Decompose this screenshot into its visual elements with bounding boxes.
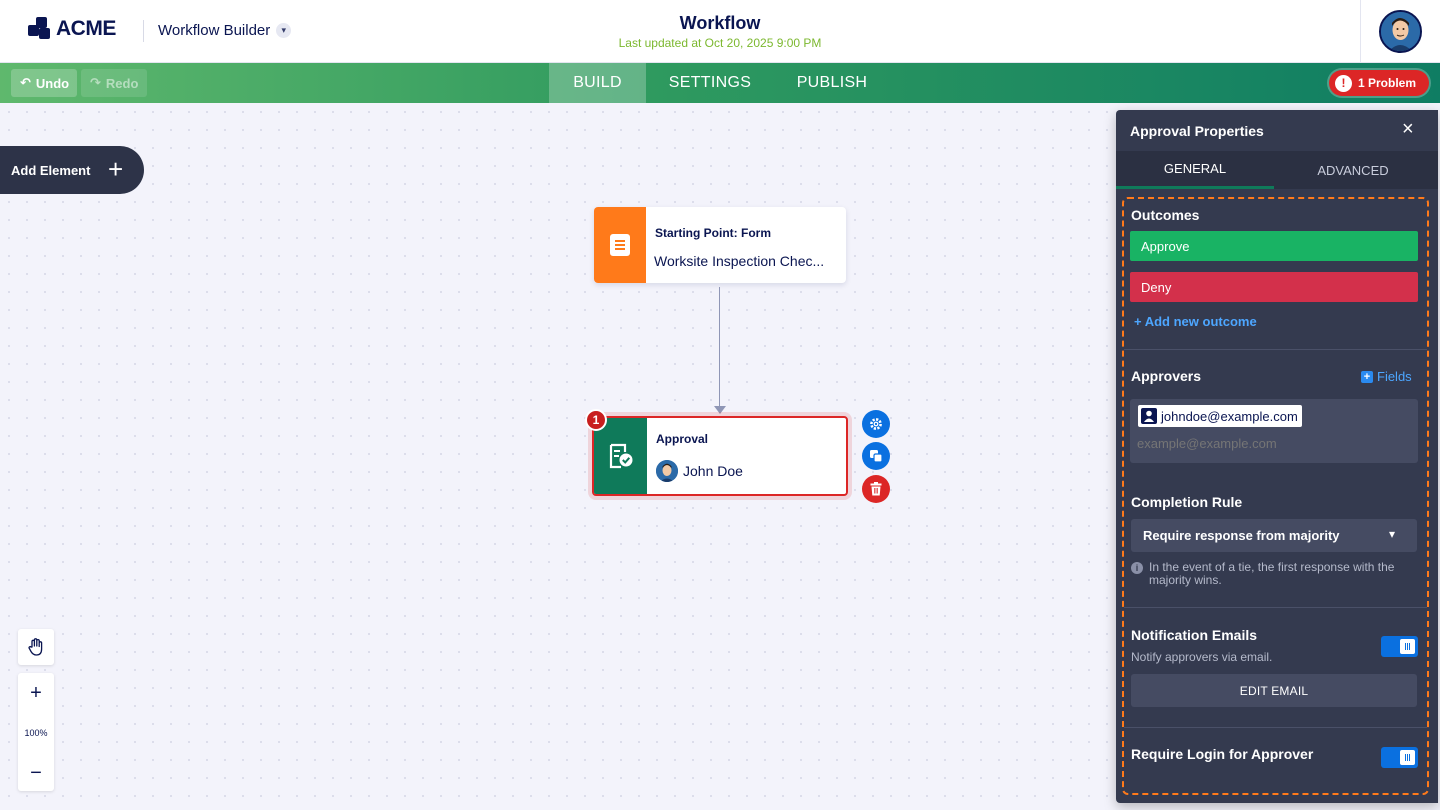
minus-icon: − [30, 761, 42, 784]
outcomes-label: Outcomes [1131, 207, 1200, 223]
redo-icon: ↷ [90, 75, 101, 90]
last-updated-text: Last updated at Oct 20, 2025 9:00 PM [618, 36, 822, 50]
tab-general[interactable]: GENERAL [1116, 151, 1274, 189]
approvers-label: Approvers [1131, 368, 1202, 384]
zoom-level: 100% [24, 728, 48, 738]
node-duplicate-button[interactable] [862, 442, 890, 470]
zoom-in-button[interactable]: + [18, 675, 54, 711]
completion-rule-value: Require response from majority [1143, 528, 1340, 543]
avatar-face-icon [656, 460, 678, 482]
approval-icon [594, 418, 647, 494]
node-settings-button[interactable] [862, 410, 890, 438]
pan-tool-button[interactable] [18, 629, 54, 665]
workflow-canvas[interactable] [0, 103, 1116, 810]
completion-hint-text: In the event of a tie, the first respons… [1149, 560, 1395, 587]
problem-label: 1 Problem [1358, 76, 1417, 90]
notification-emails-label: Notification Emails [1131, 627, 1258, 643]
tab-advanced[interactable]: ADVANCED [1274, 151, 1432, 189]
completion-rule-select[interactable]: Require response from majority ▾ [1131, 519, 1417, 552]
panel-title: Approval Properties [1130, 123, 1264, 139]
add-outcome-link[interactable]: + Add new outcome [1134, 314, 1257, 329]
gear-icon [870, 418, 882, 430]
plus-square-icon: + [1361, 370, 1373, 383]
section-divider [1124, 607, 1427, 608]
start-node-subtitle: Worksite Inspection Chec... [654, 253, 825, 269]
zoom-out-button[interactable]: − [18, 755, 54, 791]
fields-button[interactable]: + Fields [1361, 369, 1412, 384]
outcome-approve[interactable]: Approve [1130, 231, 1418, 261]
connector-arrow-icon [714, 406, 726, 414]
approval-node[interactable]: Approval John Doe [592, 416, 848, 496]
plus-icon: + [108, 154, 124, 184]
alert-icon: ! [1335, 74, 1352, 92]
approval-node-approver: John Doe [683, 463, 743, 479]
redo-button[interactable]: ↷ Redo [81, 69, 147, 97]
tab-settings[interactable]: SETTINGS [646, 63, 774, 103]
hand-icon [28, 638, 43, 656]
tab-publish[interactable]: PUBLISH [774, 63, 890, 103]
problem-badge[interactable]: ! 1 Problem [1329, 70, 1429, 96]
close-icon[interactable]: × [1402, 119, 1418, 139]
approver-chip[interactable]: johndoe@example.com [1138, 405, 1302, 427]
completion-rule-hint: i In the event of a tie, the first respo… [1131, 561, 1417, 587]
chevron-down-icon: ▾ [1389, 527, 1396, 541]
toggle-knob [1400, 750, 1415, 765]
fields-label: Fields [1377, 369, 1412, 384]
require-login-label: Require Login for Approver [1131, 746, 1314, 762]
start-node[interactable]: Starting Point: Form Worksite Inspection… [594, 207, 846, 283]
approver-email-input[interactable] [1137, 436, 1407, 451]
toggle-knob [1400, 639, 1415, 654]
user-avatar[interactable] [1379, 10, 1422, 53]
require-login-toggle[interactable] [1381, 747, 1418, 768]
completion-rule-label: Completion Rule [1131, 494, 1243, 510]
section-divider [1124, 349, 1427, 350]
page-title: Workflow [679, 13, 761, 33]
notification-emails-toggle[interactable] [1381, 636, 1418, 657]
add-element-button[interactable]: Add Element + [0, 146, 144, 194]
approver-avatar [656, 460, 678, 482]
top-header: ACME Workflow Builder ▾ Workflow Last up… [0, 0, 1440, 63]
panel-tabs: GENERAL ADVANCED [1116, 151, 1438, 189]
undo-button[interactable]: ↶ Undo [11, 69, 77, 97]
copy-icon [870, 450, 883, 463]
section-divider [1124, 727, 1427, 728]
approval-node-title: Approval [656, 432, 709, 446]
trash-icon [870, 482, 882, 496]
user-icon [1141, 408, 1157, 424]
edit-email-button[interactable]: EDIT EMAIL [1131, 674, 1417, 707]
builder-toolbar: ↶ Undo ↷ Redo BUILD SETTINGS PUBLISH ! 1… [0, 63, 1440, 103]
add-element-label: Add Element [11, 162, 91, 178]
form-icon [594, 207, 646, 283]
tab-build[interactable]: BUILD [549, 63, 646, 103]
approver-chip-label: johndoe@example.com [1161, 408, 1298, 424]
notification-emails-sublabel: Notify approvers via email. [1131, 650, 1273, 664]
approvers-field[interactable]: johndoe@example.com [1130, 399, 1418, 463]
node-delete-button[interactable] [862, 475, 890, 503]
node-connector [719, 287, 720, 409]
undo-icon: ↶ [20, 75, 31, 90]
avatar-face-icon [1381, 12, 1420, 51]
plus-icon: + [30, 681, 42, 704]
error-count-badge: 1 [585, 409, 607, 431]
undo-label: Undo [35, 75, 70, 91]
zoom-controls: + 100% − [18, 673, 54, 791]
redo-label: Redo [105, 75, 139, 91]
outcome-deny[interactable]: Deny [1130, 272, 1418, 302]
info-icon: i [1131, 562, 1143, 574]
header-divider-right [1360, 0, 1361, 63]
start-node-title: Starting Point: Form [655, 226, 771, 240]
